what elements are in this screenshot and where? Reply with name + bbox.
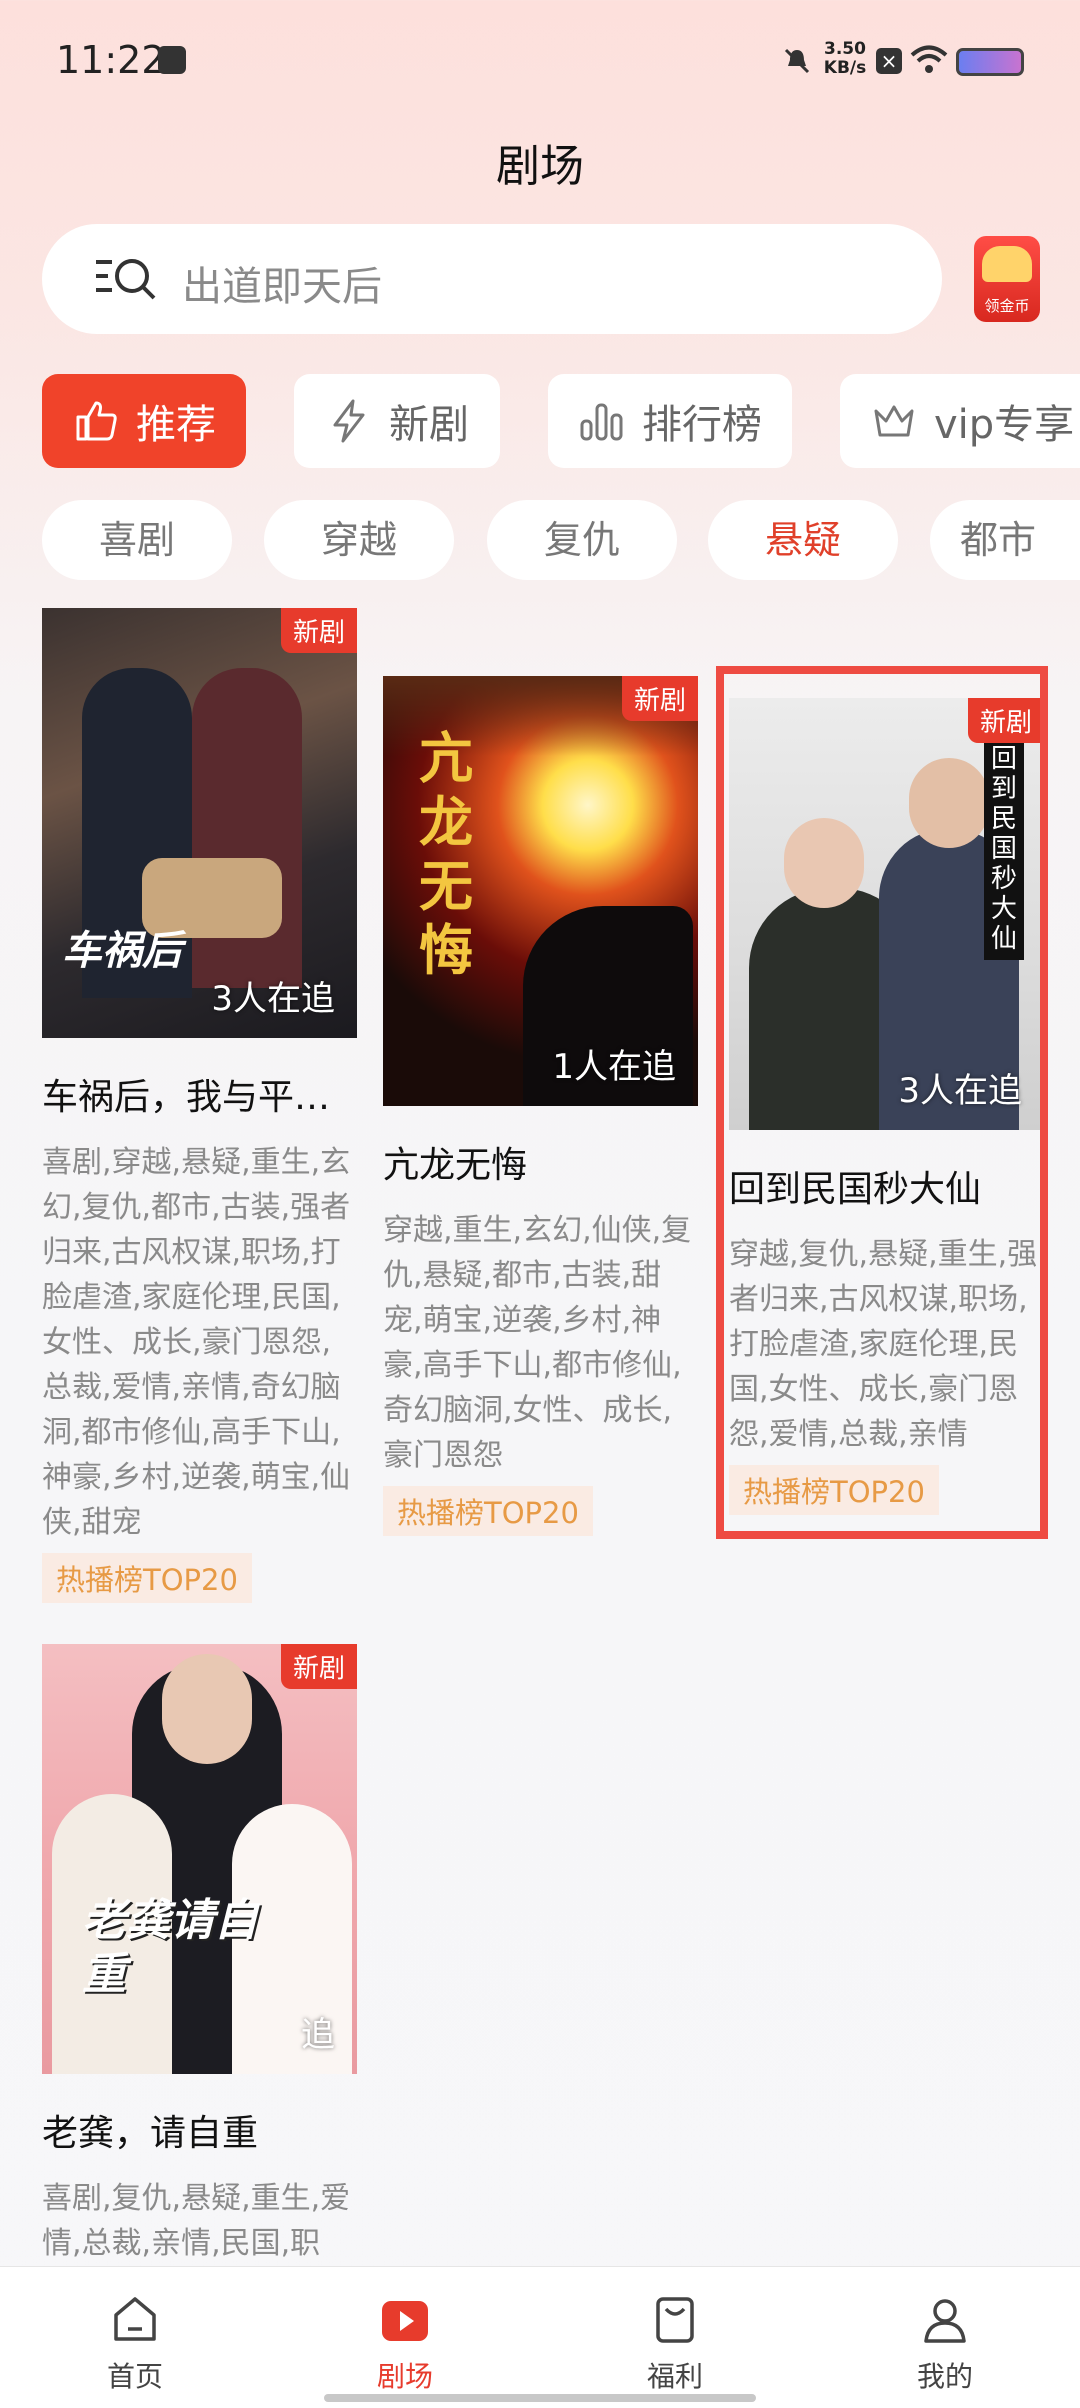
thumbs-up-icon bbox=[76, 401, 117, 441]
followers-count: 追 bbox=[301, 2015, 335, 2055]
chip-comedy[interactable]: 喜剧 bbox=[42, 500, 232, 580]
claim-coins-button[interactable]: 领金币 bbox=[974, 236, 1040, 322]
nav-home[interactable]: 首页 bbox=[0, 2267, 270, 2408]
nav-welfare-label: 福利 bbox=[646, 2360, 703, 2393]
chip-revenge[interactable]: 复仇 bbox=[487, 500, 677, 580]
tab-new[interactable]: 新剧 bbox=[294, 374, 500, 468]
mute-bell-icon bbox=[784, 48, 810, 74]
poster-title-art: 车祸后 bbox=[62, 928, 182, 974]
new-drama-badge: 新剧 bbox=[280, 608, 357, 653]
chip-urban[interactable]: 都市 bbox=[930, 500, 1080, 580]
home-icon bbox=[114, 2297, 156, 2341]
nav-home-label: 首页 bbox=[106, 2360, 163, 2393]
drama-title[interactable]: 车祸后，我与平行世界的自己互换了灵魂 bbox=[42, 1068, 357, 1120]
drama-tags: 穿越,重生,玄幻,仙侠,复仇,悬疑,都市,古装,甜宠,萌宝,逆袭,乡村,神豪,高… bbox=[383, 1213, 692, 1473]
drama-tags: 喜剧,复仇,悬疑,重生,爱情,总裁,亲情,民国,职 bbox=[42, 2181, 351, 2261]
play-icon bbox=[382, 2301, 428, 2341]
tab-recommend[interactable]: 推荐 bbox=[42, 374, 246, 468]
drama-poster[interactable]: 老龚请自重 新剧 追 bbox=[42, 1644, 357, 2074]
new-drama-badge: 新剧 bbox=[621, 676, 698, 721]
chip-time-travel[interactable]: 穿越 bbox=[264, 500, 454, 580]
crown-icon bbox=[874, 405, 914, 437]
drama-poster[interactable]: 亢龙无悔 新剧 1人在追 bbox=[383, 676, 698, 1106]
drama-title[interactable]: 亢龙无悔 bbox=[383, 1136, 698, 1188]
drama-poster[interactable]: 车祸后 新剧 3人在追 bbox=[42, 608, 357, 1038]
drama-card[interactable]: 车祸后 新剧 3人在追 车祸后，我与平行世界的自己互换了灵魂 喜剧,穿越,悬疑,… bbox=[42, 608, 357, 1603]
tab-new-label: 新剧 bbox=[389, 402, 469, 448]
tab-vip-label: vip专享 bbox=[934, 402, 1075, 448]
drama-card[interactable]: 亢龙无悔 新剧 1人在追 亢龙无悔 穿越,重生,玄幻,仙侠,复仇,悬疑,都市,古… bbox=[383, 676, 698, 1536]
followers-count: 3人在追 bbox=[211, 979, 335, 1019]
selection-highlight bbox=[716, 666, 1048, 1539]
coin-envelope-icon bbox=[982, 246, 1032, 282]
bottom-nav: 首页 剧场 福利 我的 bbox=[0, 2266, 1080, 2408]
sim-off-icon: × bbox=[876, 48, 902, 74]
network-speed-unit: KB/s bbox=[823, 58, 867, 78]
poster-face-man bbox=[162, 1654, 252, 1764]
search-bar[interactable]: 出道即天后 bbox=[42, 224, 942, 334]
network-speed-value: 3.50 bbox=[824, 39, 866, 59]
nav-welfare[interactable]: 福利 bbox=[540, 2267, 810, 2408]
bag-icon bbox=[656, 2297, 694, 2343]
battery-icon bbox=[956, 48, 1024, 76]
status-bar: 11:22 3.50 KB/s × bbox=[0, 0, 1080, 120]
nav-theater-label: 剧场 bbox=[376, 2360, 433, 2393]
poster-figure-woman bbox=[192, 668, 302, 988]
poster-title-art: 老龚请自重 bbox=[82, 1895, 258, 2000]
nav-theater[interactable]: 剧场 bbox=[270, 2267, 540, 2408]
drama-tags: 喜剧,穿越,悬疑,重生,玄幻,复仇,都市,古装,强者归来,古风权谋,职场,打脸虐… bbox=[42, 1145, 351, 1540]
wifi-icon bbox=[910, 45, 948, 73]
poster-title-art: 亢龙无悔 bbox=[419, 726, 473, 982]
message-notification-icon bbox=[158, 46, 186, 74]
chip-mystery[interactable]: 悬疑 bbox=[708, 500, 898, 580]
search-placeholder: 出道即天后 bbox=[182, 264, 382, 310]
network-speed: 3.50 KB/s bbox=[820, 40, 870, 78]
search-list-icon bbox=[96, 259, 156, 300]
tab-ranking[interactable]: 排行榜 bbox=[548, 374, 792, 468]
tab-recommend-label: 推荐 bbox=[136, 402, 216, 448]
nav-profile[interactable]: 我的 bbox=[810, 2267, 1080, 2408]
tab-ranking-label: 排行榜 bbox=[642, 402, 762, 448]
bar-chart-icon bbox=[580, 403, 623, 441]
home-indicator[interactable] bbox=[324, 2394, 756, 2402]
status-time: 11:22 bbox=[56, 38, 166, 82]
claim-coins-label: 领金币 bbox=[984, 297, 1030, 315]
user-icon bbox=[924, 2299, 966, 2343]
rank-badge: 热播榜TOP20 bbox=[383, 1486, 593, 1536]
drama-card[interactable]: 老龚请自重 新剧 追 老龚，请自重 喜剧,复仇,悬疑,重生,爱情,总裁,亲情,民… bbox=[42, 1644, 357, 2266]
followers-count: 1人在追 bbox=[552, 1047, 676, 1087]
new-drama-badge: 新剧 bbox=[280, 1644, 357, 1689]
lightning-icon bbox=[333, 399, 365, 443]
tab-vip[interactable]: vip专享 bbox=[840, 374, 1080, 468]
page-title: 剧场 bbox=[496, 141, 584, 192]
nav-profile-label: 我的 bbox=[916, 2360, 973, 2393]
rank-badge: 热播榜TOP20 bbox=[42, 1553, 252, 1603]
drama-title[interactable]: 老龚，请自重 bbox=[42, 2104, 357, 2156]
